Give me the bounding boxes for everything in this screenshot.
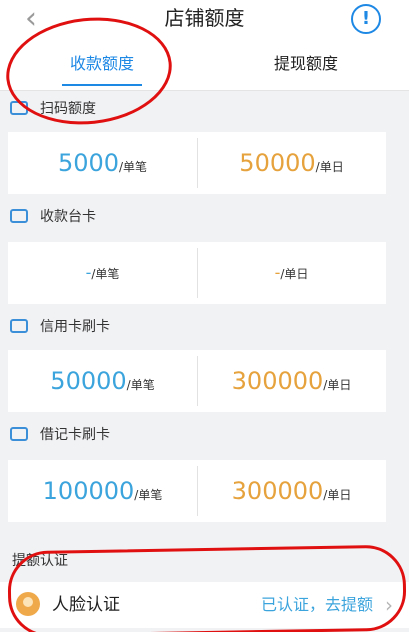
scan-icon <box>10 101 28 115</box>
section-label: 收款台卡 <box>40 209 96 225</box>
per-transaction-unit: /单笔 <box>126 378 155 392</box>
section-header-qr-card: 收款台卡 <box>0 198 409 236</box>
per-day-unit: /单日 <box>323 488 352 502</box>
verify-section-label: 提额认证 <box>12 553 68 569</box>
per-day-limit: 300000/单日 <box>197 350 386 412</box>
limit-tabs: 收款额度 提现额度 <box>0 40 409 91</box>
verify-section-header: 提额认证 <box>0 540 409 582</box>
limit-card-qr: -/单笔 -/单日 <box>8 242 386 304</box>
section-header-credit: 信用卡刷卡 <box>0 308 409 346</box>
per-transaction-limit: 100000/单笔 <box>8 460 197 522</box>
limit-card-credit: 50000/单笔 300000/单日 <box>8 350 386 412</box>
qr-card-icon <box>10 209 28 223</box>
active-tab-indicator <box>62 84 142 86</box>
per-transaction-unit: /单笔 <box>134 488 163 502</box>
per-day-limit: 300000/单日 <box>197 460 386 522</box>
limit-card-debit: 100000/单笔 300000/单日 <box>8 460 386 522</box>
tab-withdrawal-limit[interactable]: 提现额度 <box>204 40 408 90</box>
tab-collection-limit[interactable]: 收款额度 <box>0 40 204 90</box>
section-header-scan: 扫码额度 <box>0 90 409 128</box>
debit-card-icon <box>10 427 28 441</box>
face-verification-label: 人脸认证 <box>52 595 120 615</box>
per-transaction-unit: /单笔 <box>119 160 148 174</box>
per-day-limit: -/单日 <box>197 242 386 304</box>
info-circle-icon[interactable]: ! <box>351 4 381 34</box>
section-label: 借记卡刷卡 <box>40 427 110 443</box>
per-day-value: 300000 <box>231 367 324 395</box>
per-day-unit: /单日 <box>323 378 352 392</box>
per-transaction-limit: 5000/单笔 <box>8 132 197 194</box>
per-transaction-value: 50000 <box>50 367 127 395</box>
credit-card-icon <box>10 319 28 333</box>
top-nav-bar: ‹ 店铺额度 ! <box>0 0 409 40</box>
per-transaction-value: 100000 <box>42 477 135 505</box>
per-day-limit: 50000/单日 <box>197 132 386 194</box>
verification-status-link[interactable]: 已认证，去提额 <box>261 582 373 628</box>
per-transaction-limit: -/单笔 <box>8 242 197 304</box>
face-verification-row[interactable]: 人脸认证 已认证，去提额 › <box>0 582 409 628</box>
store-limit-page: ‹ 店铺额度 ! 收款额度 提现额度 扫码额度 5000/单笔 50000/单日… <box>0 0 409 632</box>
per-day-unit: /单日 <box>280 267 309 281</box>
chevron-right-icon: › <box>385 593 393 617</box>
per-day-value: 300000 <box>231 477 324 505</box>
face-icon <box>16 592 40 616</box>
per-transaction-value: 5000 <box>57 149 120 177</box>
per-transaction-unit: /单笔 <box>91 267 120 281</box>
section-label: 扫码额度 <box>40 101 96 117</box>
section-label: 信用卡刷卡 <box>40 319 110 335</box>
per-day-unit: /单日 <box>315 160 344 174</box>
limit-card-scan: 5000/单笔 50000/单日 <box>8 132 386 194</box>
per-transaction-limit: 50000/单笔 <box>8 350 197 412</box>
page-title: 店铺额度 <box>164 6 245 30</box>
section-header-debit: 借记卡刷卡 <box>0 416 409 454</box>
per-day-value: 50000 <box>239 149 316 177</box>
